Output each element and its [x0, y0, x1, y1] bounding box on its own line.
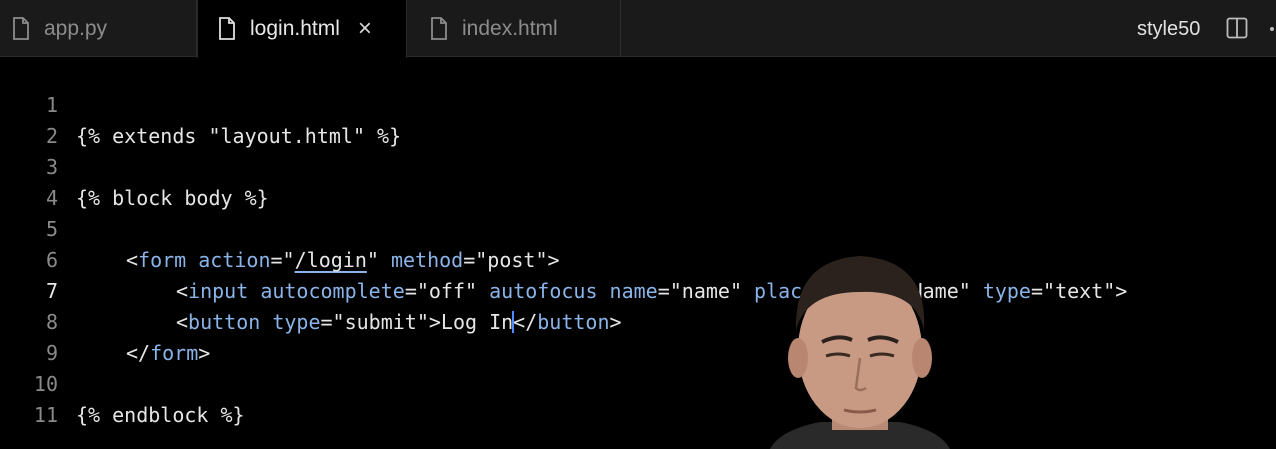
tab-index-html[interactable]: index.html: [408, 0, 620, 57]
file-icon: [431, 16, 447, 40]
line-number: 11: [33, 403, 58, 427]
tab-label: app.py: [44, 16, 108, 40]
tab-login-html[interactable]: login.html ×: [197, 0, 407, 58]
tab-label: index.html: [462, 16, 558, 40]
presenter-video-overlay: [770, 256, 950, 449]
line-text: {% endblock %}: [76, 403, 245, 427]
code-line: 4: [0, 152, 1276, 210]
file-icon: [13, 16, 29, 40]
tab-label: login.html: [250, 17, 340, 40]
code-line: 5 <form action="/login" method="post">: [0, 183, 1276, 272]
tab-divider: [620, 0, 621, 57]
file-icon: [219, 17, 235, 40]
editor-tab-bar: app.py login.html × index.html style50: [0, 0, 1276, 58]
code-line: 7 <button type="submit">Log In</button>: [0, 245, 1276, 334]
split-editor-icon[interactable]: [1226, 17, 1248, 39]
code-line: 2: [0, 90, 1276, 148]
code-line: 8 </form>: [0, 276, 1276, 365]
close-icon[interactable]: ×: [358, 17, 372, 41]
code-line: 9: [0, 307, 1276, 365]
style50-button[interactable]: style50: [1137, 18, 1200, 41]
code-line: 10 {% endblock %}: [0, 338, 1276, 427]
tab-app-py[interactable]: app.py: [0, 0, 196, 57]
code-line: 11: [0, 369, 1276, 427]
code-line: 3 {% block body %}: [0, 121, 1276, 210]
code-line: 1 {% extends "layout.html" %}: [0, 59, 1276, 148]
code-line: 6 <input autocomplete="off" autofocus na…: [0, 214, 1276, 303]
more-actions-icon[interactable]: [1270, 27, 1274, 31]
code-editor[interactable]: 1 {% extends "layout.html" %} 2 3 {% blo…: [0, 58, 1276, 449]
